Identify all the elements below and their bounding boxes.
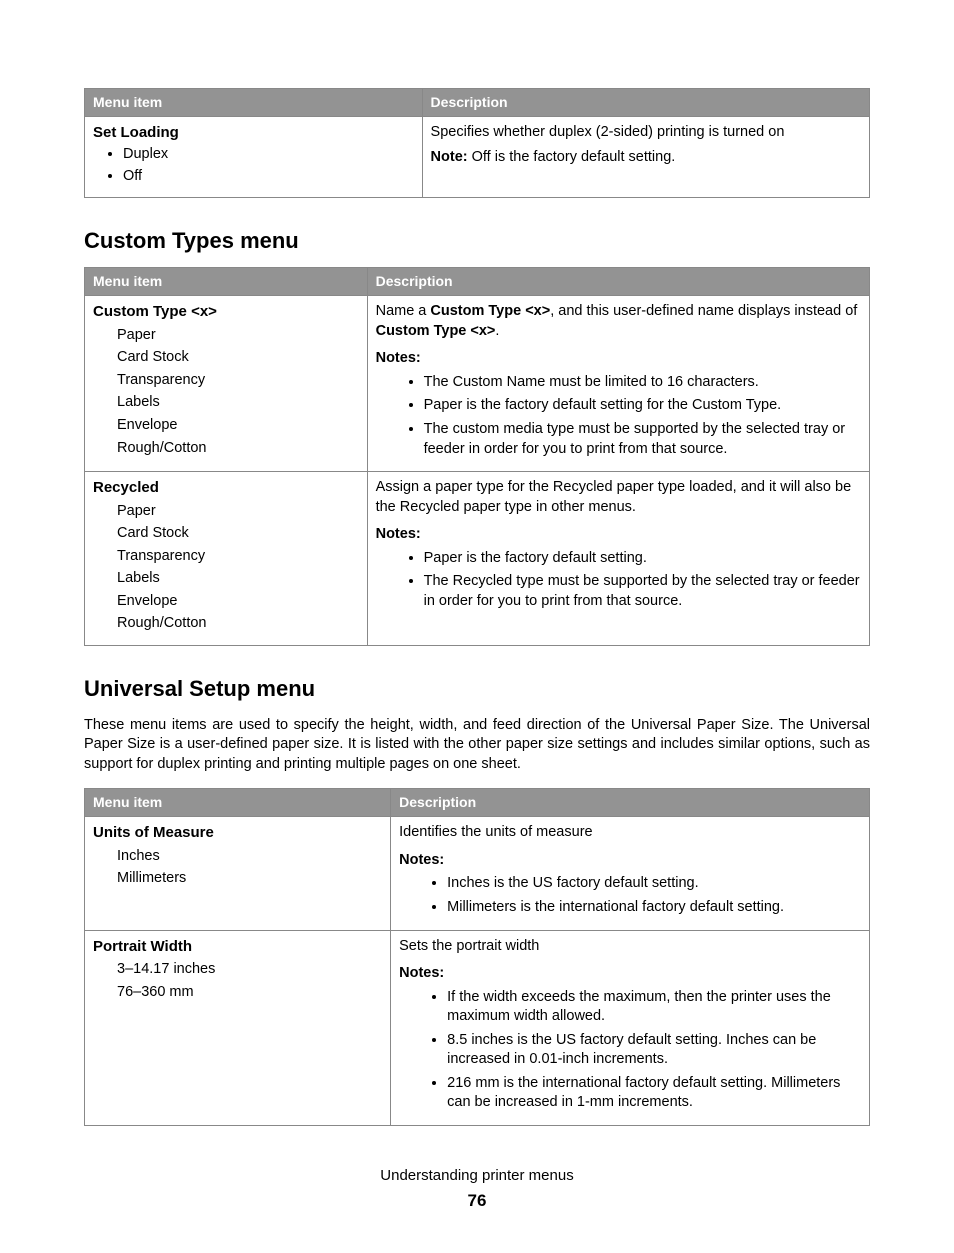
list-item: Inches is the US factory default setting… (447, 874, 861, 894)
col-menu-item: Menu item (85, 268, 368, 296)
list-item: The custom media type must be supported … (424, 420, 861, 459)
list-item: Paper is the factory default setting for… (424, 396, 861, 416)
table-row: Custom Type <x> Paper Card Stock Transpa… (85, 296, 870, 472)
notes-label: Notes: (376, 525, 861, 545)
description-text: Specifies whether duplex (2-sided) print… (431, 123, 861, 143)
menu-item-title: Units of Measure (93, 824, 214, 841)
custom-types-table: Menu item Description Custom Type <x> Pa… (84, 267, 870, 646)
menu-item-title: Custom Type <x> (93, 303, 217, 320)
list-item: Paper (117, 326, 359, 346)
page-number: 76 (84, 1190, 870, 1213)
list-item: The Recycled type must be supported by t… (424, 572, 861, 611)
notes-list: Inches is the US factory default setting… (399, 874, 861, 917)
col-menu-item: Menu item (85, 89, 423, 117)
list-item: Paper (117, 502, 359, 522)
list-item: Card Stock (117, 524, 359, 544)
set-loading-table: Menu item Description Set Loading Duplex… (84, 88, 870, 198)
list-item: Envelope (117, 592, 359, 612)
list-item: 76–360 mm (117, 983, 382, 1003)
list-item: Paper is the factory default setting. (424, 549, 861, 569)
list-item: Envelope (117, 416, 359, 436)
list-item: Transparency (117, 371, 359, 391)
notes-list: Paper is the factory default setting. Th… (376, 549, 861, 612)
col-description: Description (367, 268, 869, 296)
list-item: Rough/Cotton (117, 439, 359, 459)
heading-custom-types: Custom Types menu (84, 226, 870, 256)
option-list: Duplex Off (93, 145, 414, 186)
list-item: Inches (117, 847, 382, 867)
menu-item-title: Portrait Width (93, 938, 192, 955)
list-item: 3–14.17 inches (117, 960, 382, 980)
list-item: Labels (117, 569, 359, 589)
notes-label: Notes: (376, 349, 861, 369)
list-item: Off (123, 167, 414, 187)
option-list: Inches Millimeters (93, 847, 382, 889)
notes-label: Notes: (399, 851, 861, 871)
description-text: Assign a paper type for the Recycled pap… (376, 478, 861, 517)
page-footer: Understanding printer menus 76 (84, 1166, 870, 1213)
footer-text: Understanding printer menus (84, 1166, 870, 1186)
list-item: 8.5 inches is the US factory default set… (447, 1031, 861, 1070)
col-description: Description (422, 89, 869, 117)
description-text: Identifies the units of measure (399, 823, 861, 843)
col-menu-item: Menu item (85, 789, 391, 817)
heading-universal-setup: Universal Setup menu (84, 674, 870, 704)
description-text: Name a Custom Type <x>, and this user-de… (376, 302, 861, 341)
list-item: Card Stock (117, 348, 359, 368)
menu-item-title: Recycled (93, 479, 159, 496)
universal-setup-table: Menu item Description Units of Measure I… (84, 788, 870, 1126)
list-item: If the width exceeds the maximum, then t… (447, 988, 861, 1027)
list-item: 216 mm is the international factory defa… (447, 1074, 861, 1113)
list-item: Rough/Cotton (117, 614, 359, 634)
list-item: Duplex (123, 145, 414, 165)
list-item: Millimeters (117, 869, 382, 889)
description-text: Sets the portrait width (399, 937, 861, 957)
table-row: Portrait Width 3–14.17 inches 76–360 mm … (85, 930, 870, 1126)
table-row: Units of Measure Inches Millimeters Iden… (85, 817, 870, 930)
list-item: Labels (117, 393, 359, 413)
table-row: Recycled Paper Card Stock Transparency L… (85, 472, 870, 646)
option-list: 3–14.17 inches 76–360 mm (93, 960, 382, 1002)
col-description: Description (391, 789, 870, 817)
table-row: Set Loading Duplex Off Specifies whether… (85, 116, 870, 197)
note-line: Note: Off is the factory default setting… (431, 148, 861, 168)
notes-list: The Custom Name must be limited to 16 ch… (376, 373, 861, 459)
universal-intro: These menu items are used to specify the… (84, 716, 870, 775)
notes-list: If the width exceeds the maximum, then t… (399, 988, 861, 1113)
menu-item-title: Set Loading (93, 124, 179, 141)
option-list: Paper Card Stock Transparency Labels Env… (93, 326, 359, 458)
notes-label: Notes: (399, 964, 861, 984)
list-item: Transparency (117, 547, 359, 567)
option-list: Paper Card Stock Transparency Labels Env… (93, 502, 359, 634)
list-item: Millimeters is the international factory… (447, 898, 861, 918)
list-item: The Custom Name must be limited to 16 ch… (424, 373, 861, 393)
